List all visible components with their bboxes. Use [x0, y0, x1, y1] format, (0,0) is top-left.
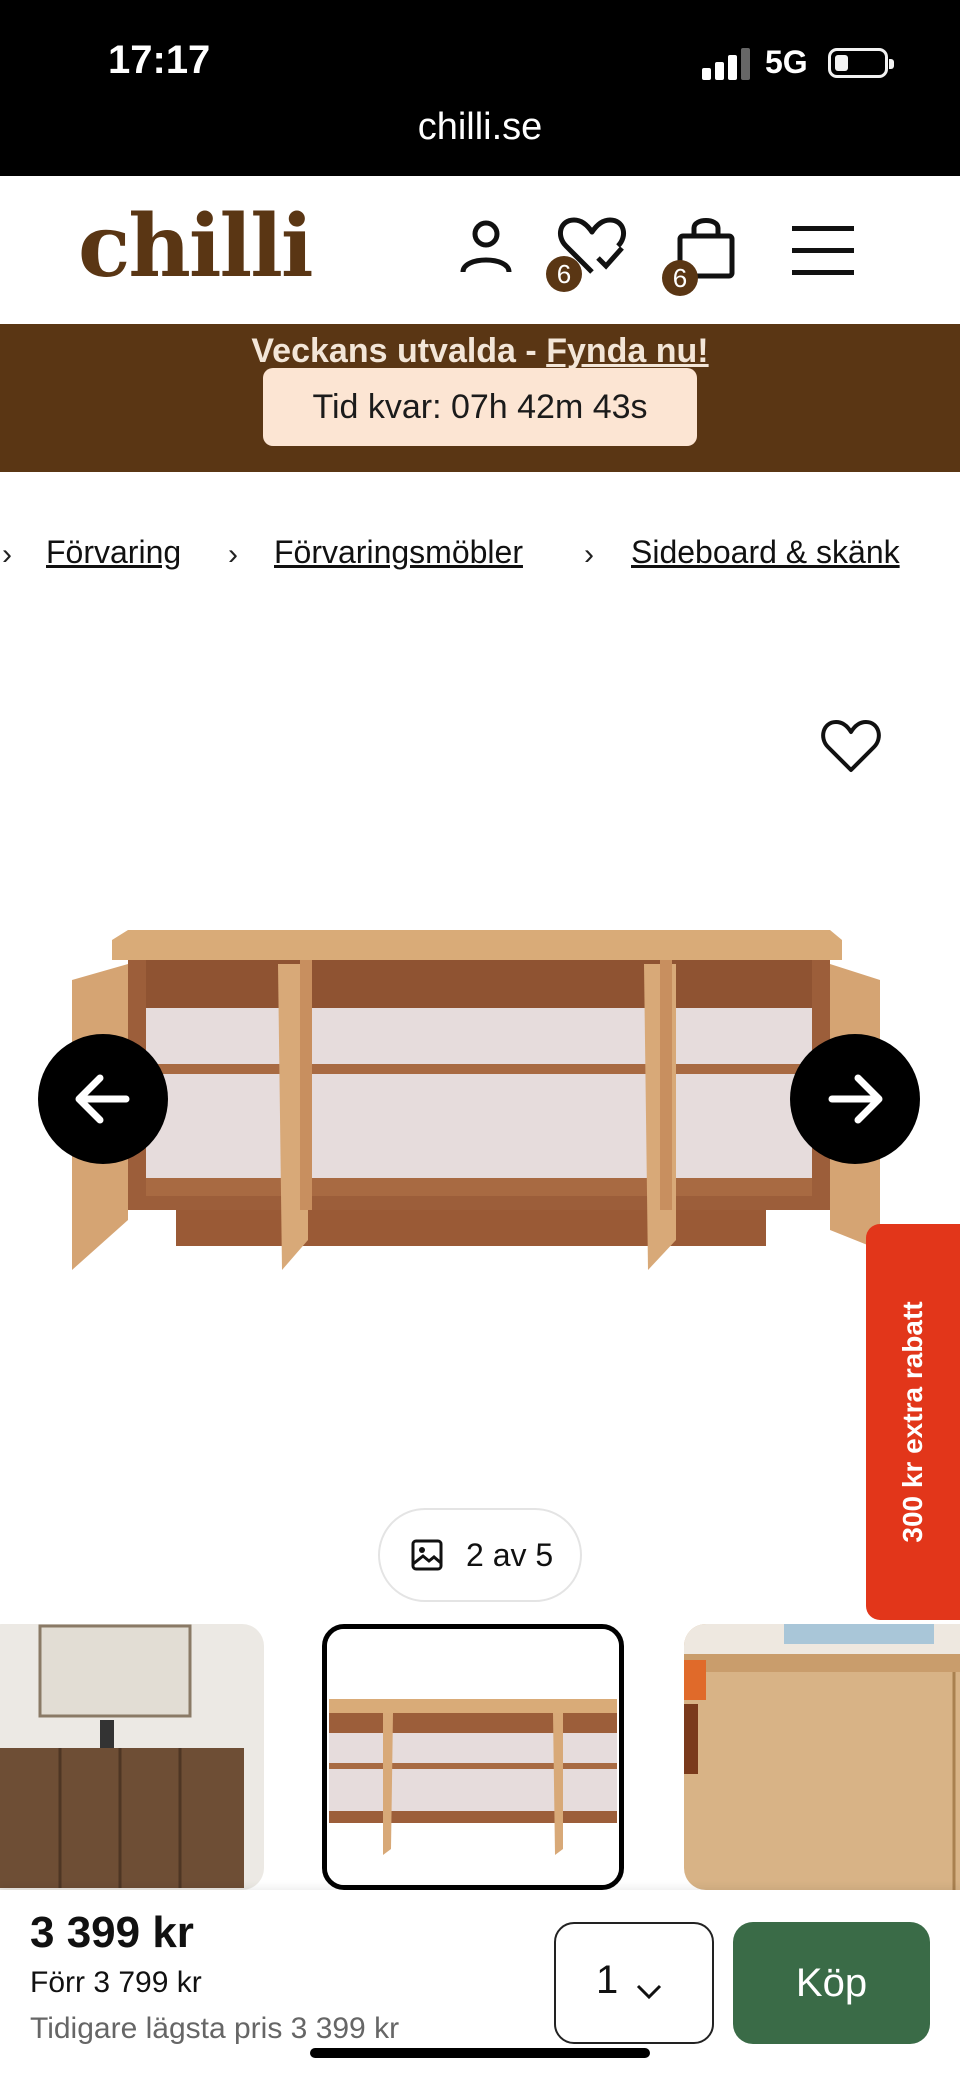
site-header: chilli 6 6 — [0, 176, 960, 324]
wishlist-count-badge: 6 — [546, 256, 582, 292]
discount-side-tab-label: 300 kr extra rabatt — [897, 1301, 928, 1543]
discount-side-tab[interactable]: 300 kr extra rabatt — [866, 1224, 960, 1620]
breadcrumb: › Förvaring › Förvaringsmöbler › Sideboa… — [0, 534, 960, 582]
breadcrumb-item-sideboard[interactable]: Sideboard & skänk — [631, 534, 900, 571]
promo-link[interactable]: Fynda nu! — [546, 332, 708, 370]
user-icon[interactable] — [458, 218, 514, 283]
browser-url[interactable]: chilli.se — [0, 106, 960, 149]
heart-icon — [821, 720, 881, 772]
next-image-button[interactable] — [790, 1034, 920, 1164]
breadcrumb-item-forvaring[interactable]: Förvaring — [46, 534, 181, 571]
lowest-price-info: Tidigare lägsta pris 3 399 kr — [30, 2012, 400, 2045]
arrow-left-icon — [75, 1074, 130, 1124]
network-type: 5G — [765, 44, 808, 80]
chilli-logo[interactable]: chilli — [78, 196, 314, 297]
breadcrumb-item-forvaringsmobler[interactable]: Förvaringsmöbler — [274, 534, 523, 571]
cart-button[interactable]: 6 — [662, 216, 738, 296]
status-time: 17:17 — [108, 38, 211, 82]
quantity-value: 1 — [596, 1958, 619, 2002]
thumbnail-1[interactable] — [0, 1624, 264, 1890]
promo-banner: Veckans utvalda - Fynda nu! Tid kvar: 07… — [0, 324, 960, 472]
image-counter-text: 2 av 5 — [466, 1537, 554, 1573]
previous-price: Förr 3 799 kr — [30, 1966, 202, 1999]
chevron-down-icon — [636, 1984, 662, 2000]
arrow-right-icon — [828, 1074, 883, 1124]
buy-button[interactable]: Köp — [733, 1922, 930, 2044]
hamburger-menu-icon[interactable] — [792, 224, 854, 281]
wishlist-button[interactable]: 6 — [546, 214, 628, 292]
breadcrumb-separator-icon: › — [228, 538, 238, 571]
thumbnail-3[interactable] — [684, 1624, 960, 1890]
home-indicator — [310, 2048, 650, 2058]
quantity-select[interactable]: 1 — [554, 1922, 714, 2044]
breadcrumb-separator-icon: › — [2, 538, 12, 571]
cart-count-badge: 6 — [662, 260, 698, 296]
status-bar: 17:17 5G chilli.se — [0, 0, 960, 176]
countdown-timer: Tid kvar: 07h 42m 43s — [263, 368, 697, 446]
thumbnail-strip — [0, 1624, 960, 1890]
current-price: 3 399 kr — [30, 1908, 194, 1957]
image-counter: 2 av 5 — [378, 1508, 582, 1602]
battery-icon — [828, 48, 894, 78]
promo-text: Veckans utvalda - Fynda nu! — [251, 332, 709, 370]
product-gallery[interactable] — [0, 630, 960, 1610]
thumbnail-2-selected[interactable] — [322, 1624, 624, 1890]
image-icon — [411, 1539, 443, 1571]
previous-image-button[interactable] — [38, 1034, 168, 1164]
add-to-wishlist-button[interactable] — [820, 718, 882, 781]
breadcrumb-separator-icon: › — [584, 538, 594, 571]
signal-icon — [702, 48, 750, 80]
